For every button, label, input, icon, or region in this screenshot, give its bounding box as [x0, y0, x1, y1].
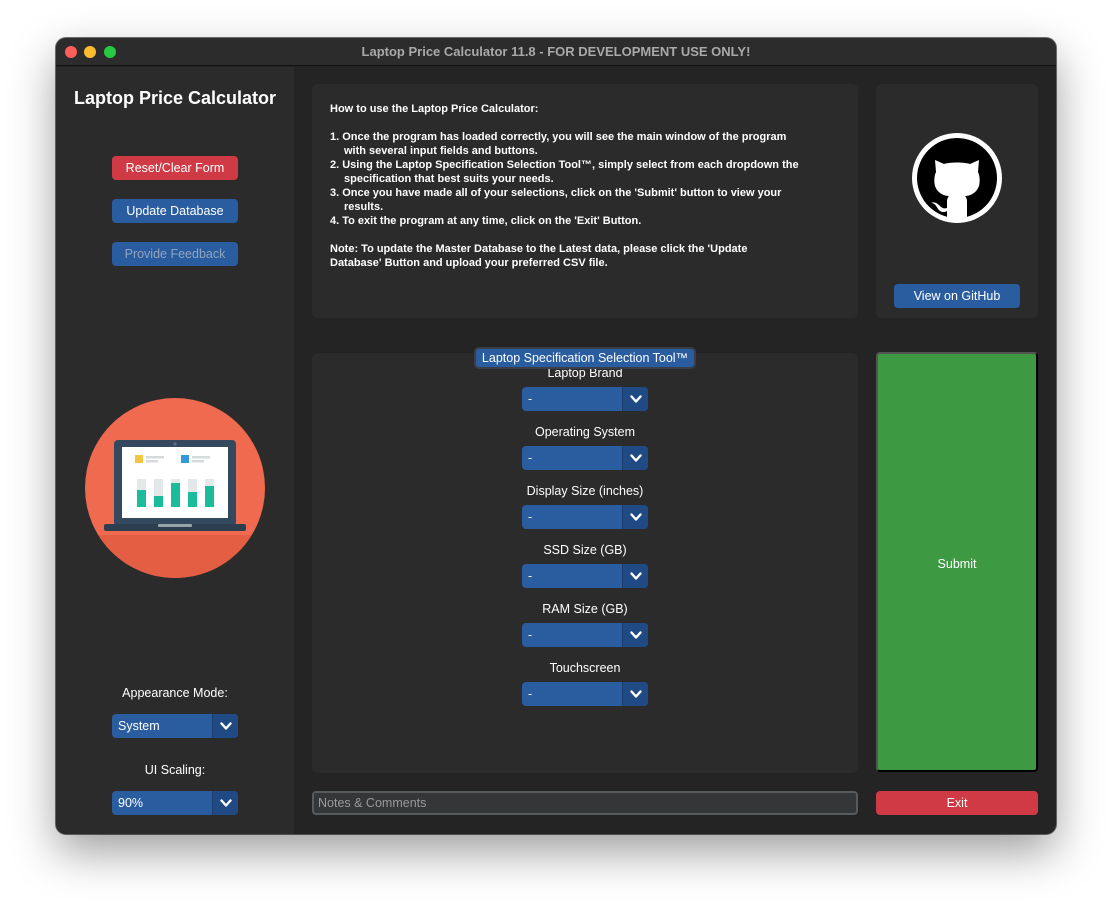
app-window: Laptop Price Calculator 11.8 - FOR DEVEL… — [56, 38, 1056, 834]
chevron-down-icon — [622, 505, 648, 529]
ram-size-value: - — [528, 628, 533, 642]
instructions-note: Note: To update the Master Database to t… — [330, 243, 748, 269]
spec-tool-title: Laptop Specification Selection Tool™ — [474, 347, 696, 369]
instruction-step: 2. Using the Laptop Specification Select… — [330, 159, 799, 185]
update-database-button[interactable]: Update Database — [112, 199, 238, 223]
display-size-value: - — [528, 510, 533, 524]
exit-button[interactable]: Exit — [876, 791, 1038, 815]
spec-tool-panel: Laptop Brand - Operating System - Displa… — [312, 353, 858, 773]
laptop-brand-dropdown[interactable]: - — [522, 387, 648, 411]
appearance-mode-dropdown[interactable]: System — [112, 714, 238, 738]
ssd-size-value: - — [528, 569, 533, 583]
operating-system-label: Operating System — [534, 425, 636, 439]
github-icon — [912, 133, 1002, 223]
sidebar: Laptop Price Calculator Reset/Clear Form… — [56, 67, 294, 834]
chevron-down-icon — [622, 564, 648, 588]
display-size-label: Display Size (inches) — [526, 484, 644, 498]
touchscreen-label: Touchscreen — [549, 661, 621, 675]
operating-system-dropdown[interactable]: - — [522, 446, 648, 470]
chevron-down-icon — [622, 387, 648, 411]
title-bar: Laptop Price Calculator 11.8 - FOR DEVEL… — [56, 38, 1056, 66]
ui-scaling-value: 90% — [118, 796, 144, 810]
laptop-illustration — [85, 398, 265, 578]
chevron-down-icon — [212, 791, 238, 815]
window-title: Laptop Price Calculator 11.8 - FOR DEVEL… — [361, 44, 751, 59]
sidebar-title: Laptop Price Calculator — [73, 88, 277, 108]
chevron-down-icon — [622, 623, 648, 647]
display-size-dropdown[interactable]: - — [522, 505, 648, 529]
ram-size-label: RAM Size (GB) — [542, 602, 628, 616]
instructions-panel: How to use the Laptop Price Calculator: … — [312, 84, 858, 318]
touchscreen-value: - — [528, 687, 533, 701]
notes-comments-input[interactable] — [312, 791, 858, 815]
ui-scaling-dropdown[interactable]: 90% — [112, 791, 238, 815]
ssd-size-label: SSD Size (GB) — [543, 543, 627, 557]
chevron-down-icon — [622, 682, 648, 706]
instruction-step: 1. Once the program has loaded correctly… — [330, 131, 787, 157]
laptop-brand-value: - — [528, 392, 533, 406]
reset-clear-form-button[interactable]: Reset/Clear Form — [112, 156, 238, 180]
ram-size-dropdown[interactable]: - — [522, 623, 648, 647]
instruction-step: 4. To exit the program at any time, clic… — [330, 215, 642, 227]
appearance-mode-value: System — [118, 719, 160, 733]
provide-feedback-button[interactable]: Provide Feedback — [112, 242, 238, 266]
instructions-heading: How to use the Laptop Price Calculator: — [330, 103, 539, 115]
instructions-text: How to use the Laptop Price Calculator: … — [330, 102, 800, 270]
view-on-github-button[interactable]: View on GitHub — [894, 284, 1020, 308]
chevron-down-icon — [212, 714, 238, 738]
github-panel: View on GitHub — [876, 84, 1038, 318]
operating-system-value: - — [528, 451, 533, 465]
appearance-mode-label: Appearance Mode: — [122, 686, 228, 700]
instruction-step: 3. Once you have made all of your select… — [330, 187, 782, 213]
submit-button[interactable]: Submit — [876, 352, 1038, 772]
ui-scaling-label: UI Scaling: — [144, 763, 206, 777]
touchscreen-dropdown[interactable]: - — [522, 682, 648, 706]
ssd-size-dropdown[interactable]: - — [522, 564, 648, 588]
chevron-down-icon — [622, 446, 648, 470]
